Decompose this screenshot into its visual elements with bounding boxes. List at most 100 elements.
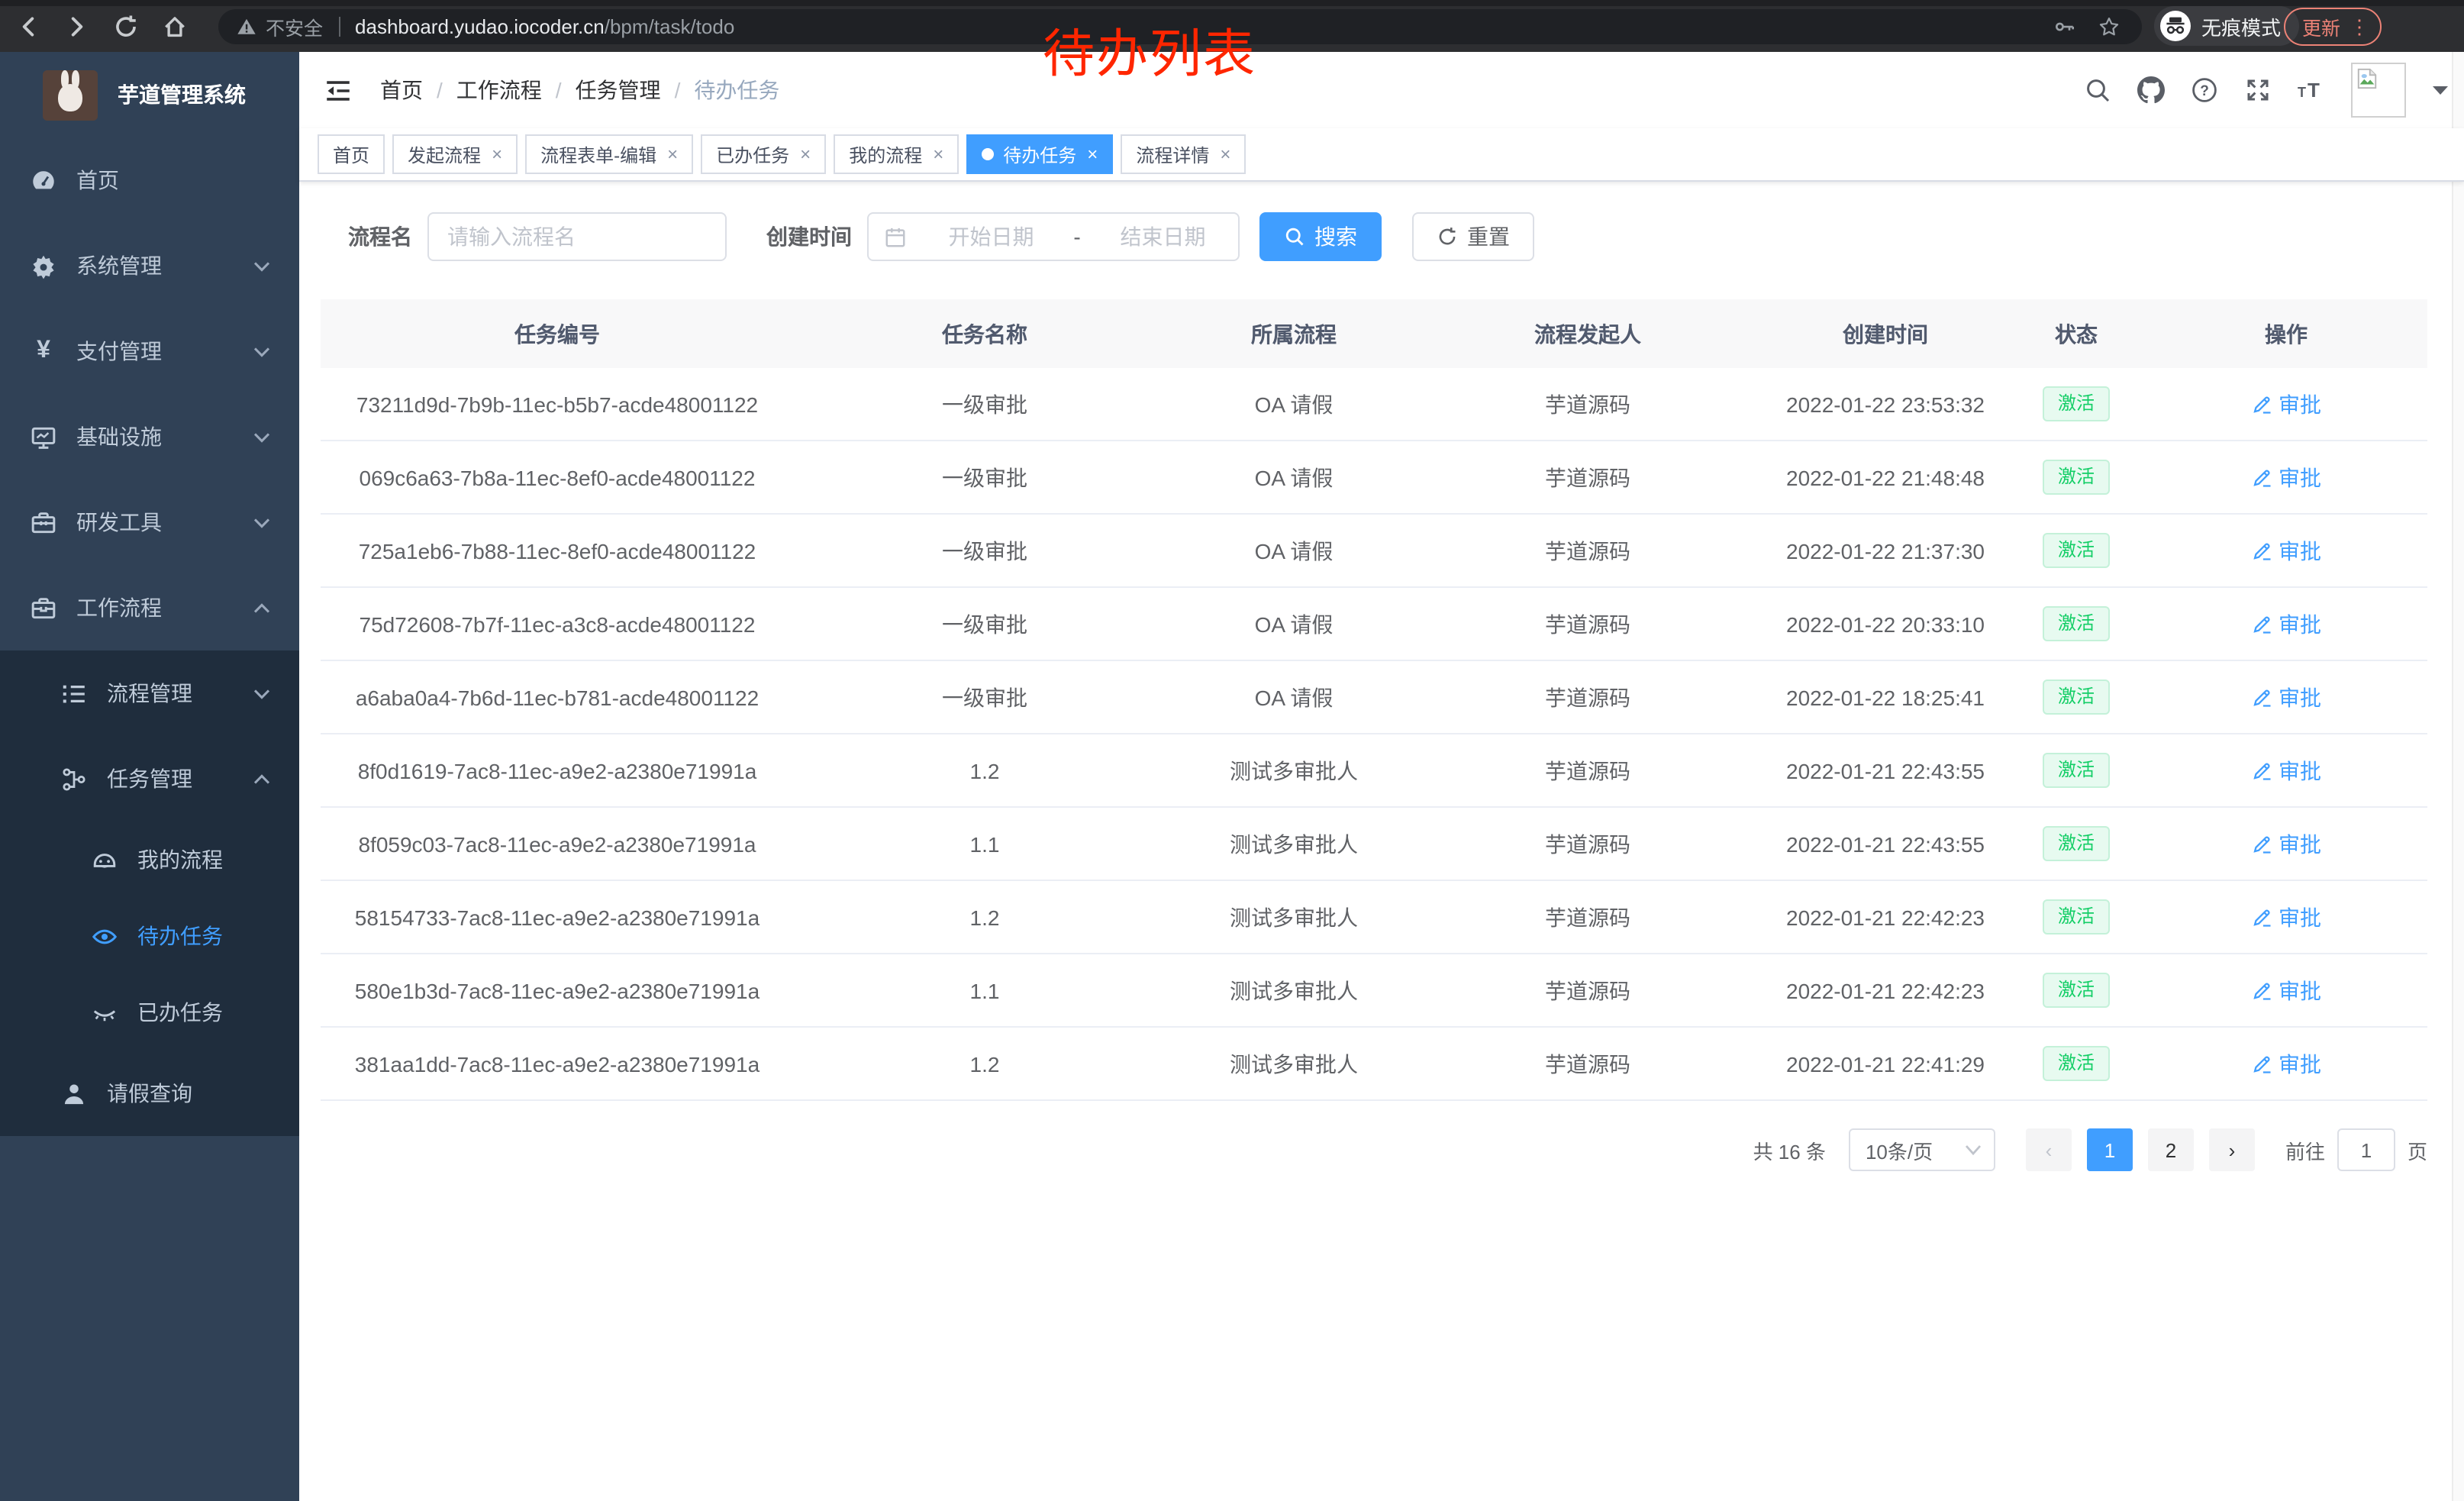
cell-created: 2022-01-22 21:48:48 [1763,441,2008,514]
search-button-icon [1284,226,1305,247]
tab-发起流程[interactable]: 发起流程× [392,134,518,174]
approve-button[interactable]: 审批 [2251,755,2321,786]
sidebar-item-task-mgmt[interactable]: 任务管理 [0,736,299,822]
fullscreen-icon[interactable] [2244,76,2272,104]
sidebar-toggle-icon[interactable] [324,76,353,105]
table-row: 381aa1dd-7ac8-11ec-a9e2-a2380e71991a1.2测… [321,1027,2427,1100]
approve-button[interactable]: 审批 [2251,535,2321,566]
column-header: 创建时间 [1763,299,2008,368]
sidebar-item-todo-tasks[interactable]: 待办任务 [0,898,299,974]
sidebar-item-done-tasks[interactable]: 已办任务 [0,974,299,1051]
page-scrollbar[interactable] [2452,52,2464,1501]
home-icon[interactable] [162,13,188,39]
sidebar-item-payment-mgmt[interactable]: ¥支付管理 [0,308,299,394]
end-date-placeholder[interactable]: 结束日期 [1088,221,1238,252]
approve-button[interactable]: 审批 [2251,975,2321,1006]
status-badge: 激活 [2043,899,2110,934]
tab-流程详情[interactable]: 流程详情× [1121,134,1246,174]
tab-流程表单-编辑[interactable]: 流程表单-编辑× [525,134,693,174]
tab-label: 待办任务 [1003,141,1076,167]
start-date-placeholder[interactable]: 开始日期 [916,221,1066,252]
search-button[interactable]: 搜索 [1259,212,1382,261]
reset-button[interactable]: 重置 [1412,212,1534,261]
update-label: 更新 [2302,12,2340,41]
tab-close-icon[interactable]: × [667,145,678,163]
tab-close-icon[interactable]: × [492,145,502,163]
bookmark-star-icon[interactable] [2098,15,2121,38]
cell-task-name: 1.2 [794,880,1176,954]
approve-button[interactable]: 审批 [2251,389,2321,419]
sidebar-logo[interactable]: 芋道管理系统 [0,52,299,137]
page-goto: 前往 页 [2285,1128,2427,1171]
table-row: 73211d9d-7b9b-11ec-b5b7-acde48001122一级审批… [321,368,2427,441]
approve-button[interactable]: 审批 [2251,828,2321,859]
tab-首页[interactable]: 首页 [318,134,385,174]
sidebar-item-system-mgmt[interactable]: 系统管理 [0,223,299,308]
breadcrumb-item[interactable]: 工作流程 [456,75,542,105]
forward-icon[interactable] [64,13,90,39]
approve-button[interactable]: 审批 [2251,682,2321,712]
table-row: 725a1eb6-7b88-11ec-8ef0-acde48001122一级审批… [321,514,2427,587]
approve-button[interactable]: 审批 [2251,462,2321,492]
search-icon[interactable] [2084,76,2111,104]
cell-task-name: 1.2 [794,1027,1176,1100]
browser-menu-dots-icon[interactable]: ⋮ [2350,15,2369,39]
svg-text:?: ? [2200,83,2209,99]
breadcrumb-separator: / [437,78,443,102]
user-menu-caret-icon[interactable] [2432,84,2449,96]
breadcrumb-item[interactable]: 任务管理 [576,75,661,105]
sidebar-item-infrastructure[interactable]: 基础设施 [0,394,299,479]
cell-process: 测试多审批人 [1176,880,1412,954]
process-name-input[interactable] [427,212,727,261]
sidebar-item-home[interactable]: 首页 [0,137,299,223]
yen-icon: ¥ [31,338,56,364]
tab-待办任务[interactable]: 待办任务 × [966,134,1113,174]
cell-process: 测试多审批人 [1176,734,1412,807]
page-button-1[interactable]: 1 [2087,1128,2133,1171]
sidebar-item-my-process[interactable]: 我的流程 [0,822,299,898]
select-caret-icon [1965,1144,1982,1156]
reset-button-label: 重置 [1467,221,1510,252]
sidebar-item-workflow[interactable]: 工作流程 [0,565,299,650]
user-avatar[interactable] [2351,63,2406,118]
next-page-button[interactable]: › [2209,1128,2255,1171]
pen-icon [2251,1053,2272,1074]
date-range-picker[interactable]: 开始日期 - 结束日期 [867,212,1240,261]
cell-process: OA 请假 [1176,441,1412,514]
tab-close-icon[interactable]: × [800,145,811,163]
browser-update-button[interactable]: 更新 ⋮ [2284,8,2382,46]
reload-icon[interactable] [113,13,139,39]
page-button-2[interactable]: 2 [2148,1128,2194,1171]
github-icon[interactable] [2137,76,2165,104]
breadcrumb-item[interactable]: 首页 [380,75,423,105]
help-icon[interactable]: ? [2191,76,2218,104]
cell-task-name: 一级审批 [794,368,1176,441]
tab-我的流程[interactable]: 我的流程× [834,134,959,174]
create-time-label: 创建时间 [766,221,852,252]
breadcrumb-item: 待办任务 [694,75,779,105]
sidebar-item-dev-tools[interactable]: 研发工具 [0,479,299,565]
status-badge: 激活 [2043,973,2110,1008]
tab-close-icon[interactable]: × [1220,145,1230,163]
approve-button[interactable]: 审批 [2251,608,2321,639]
goto-unit: 页 [2408,1135,2427,1164]
cell-task-id: 75d72608-7b7f-11ec-a3c8-acde48001122 [321,587,794,660]
cell-task-id: 8f0d1619-7ac8-11ec-a9e2-a2380e71991a [321,734,794,807]
sidebar-item-leave-query[interactable]: 请假查询 [0,1051,299,1136]
font-size-icon[interactable]: TT [2298,76,2325,104]
approve-button[interactable]: 审批 [2251,902,2321,932]
tab-close-icon[interactable]: × [1087,145,1098,163]
chevron-down-icon [252,341,272,361]
page-size-select[interactable]: 10条/页 [1849,1128,1995,1171]
prev-page-button[interactable]: ‹ [2026,1128,2072,1171]
approve-button[interactable]: 审批 [2251,1048,2321,1079]
cell-process: 测试多审批人 [1176,1027,1412,1100]
goto-page-input[interactable] [2337,1128,2395,1171]
tab-close-icon[interactable]: × [933,145,943,163]
password-key-icon[interactable] [2053,15,2076,38]
cell-task-id: 381aa1dd-7ac8-11ec-a9e2-a2380e71991a [321,1027,794,1100]
pen-icon [2251,613,2272,634]
sidebar-item-process-mgmt[interactable]: 流程管理 [0,650,299,736]
tab-已办任务[interactable]: 已办任务× [701,134,826,174]
back-icon[interactable] [15,13,41,39]
